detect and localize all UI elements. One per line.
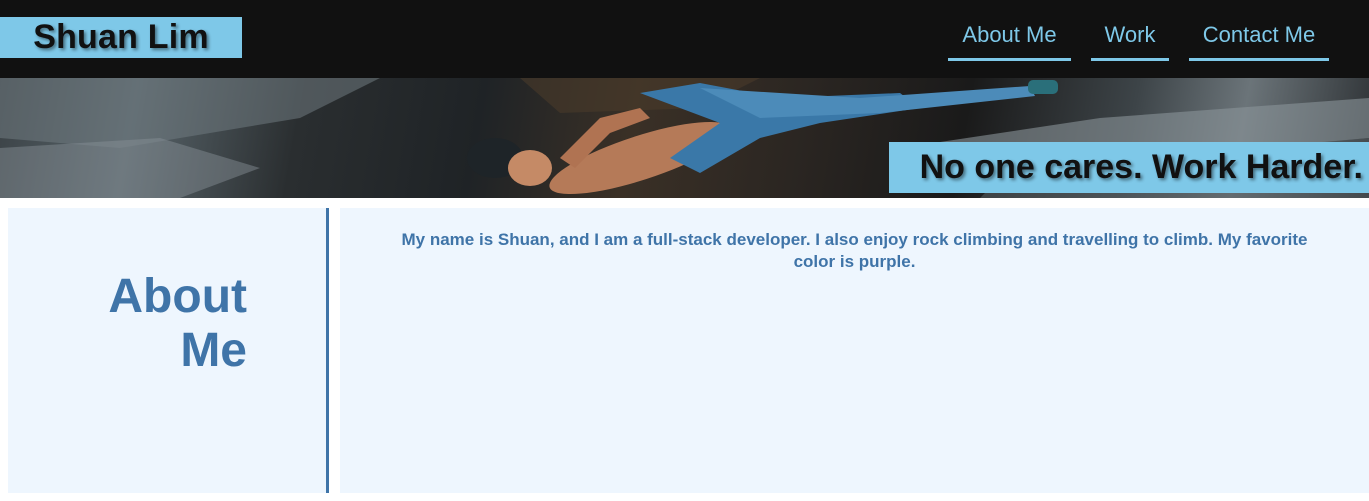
nav-link-about-me[interactable]: About Me <box>948 20 1071 61</box>
hero-banner: No one cares. Work Harder. <box>0 78 1369 198</box>
tagline-text: No one cares. Work Harder. <box>919 148 1363 186</box>
section-divider <box>326 208 329 493</box>
site-header: Shuan Lim About Me Work Contact Me <box>0 0 1369 78</box>
about-heading-panel: About Me <box>8 208 327 493</box>
tagline-banner: No one cares. Work Harder. <box>889 142 1369 193</box>
about-title: About Me <box>108 270 247 377</box>
nav-link-contact-me[interactable]: Contact Me <box>1189 20 1329 61</box>
nav-link-work[interactable]: Work <box>1091 20 1169 61</box>
main-nav: About Me Work Contact Me <box>0 0 1369 78</box>
about-description: My name is Shuan, and I am a full-stack … <box>401 230 1308 271</box>
about-content-panel: My name is Shuan, and I am a full-stack … <box>340 208 1369 493</box>
